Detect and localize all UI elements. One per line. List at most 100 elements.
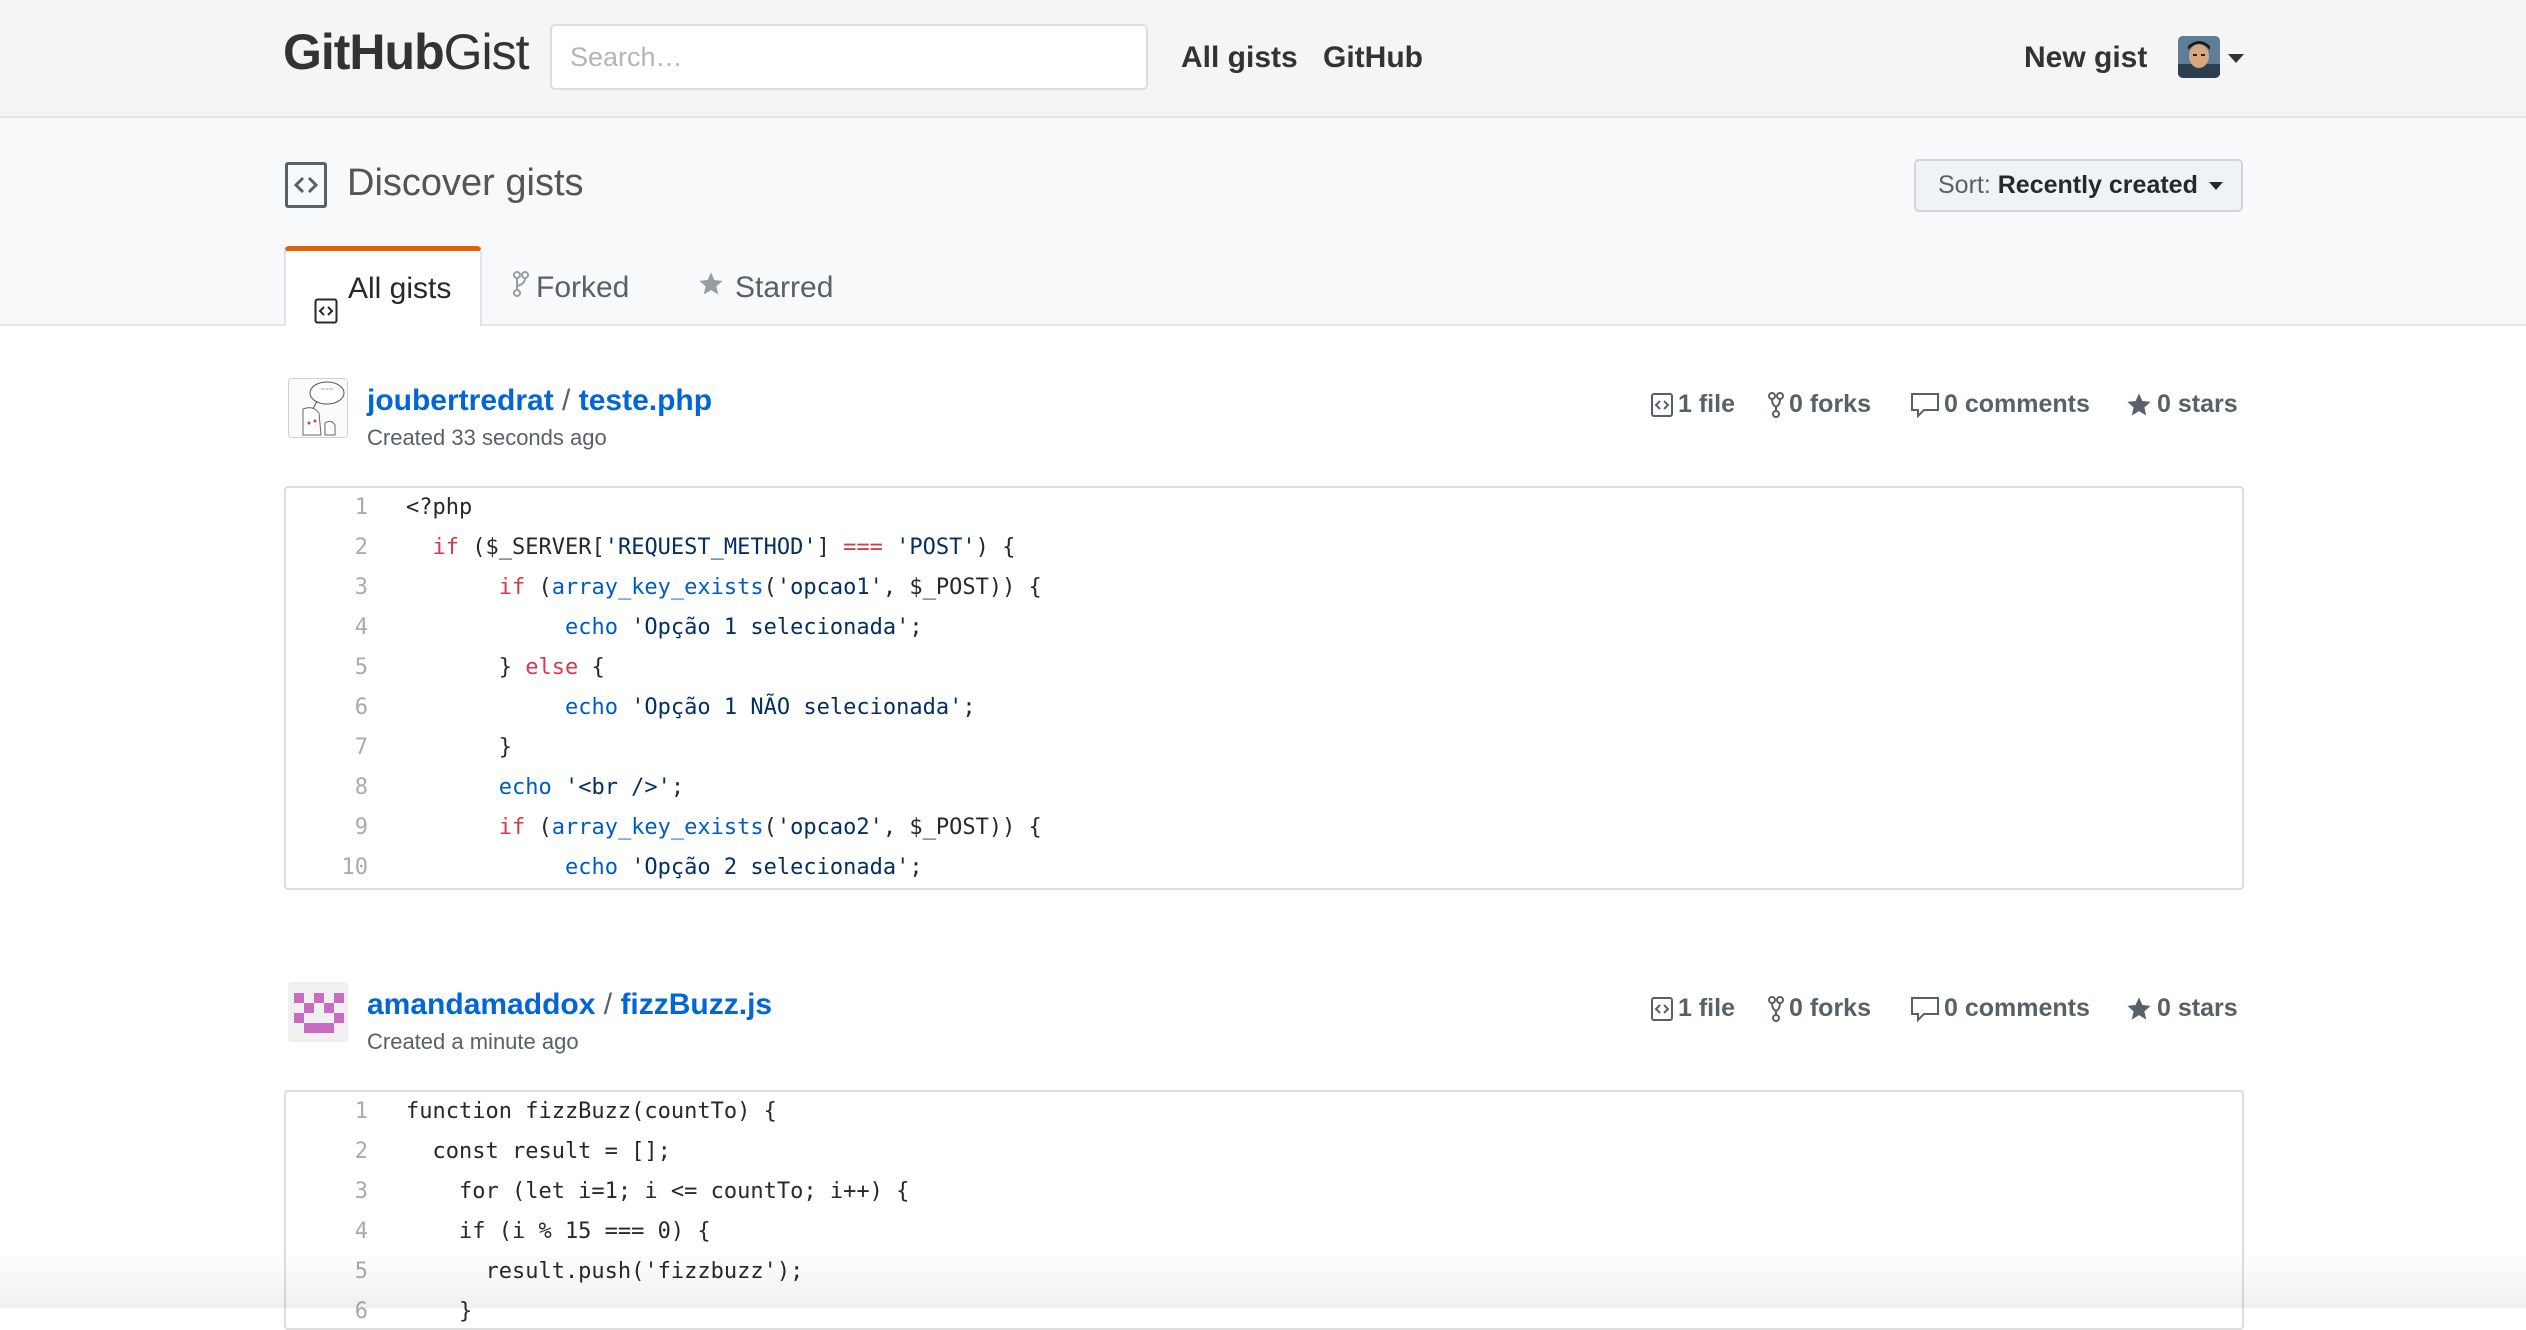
line-number: 6 <box>354 1299 368 1324</box>
svg-text:~~~: ~~~ <box>321 387 334 393</box>
line-code: if (array_key_exists('opcao1', $_POST)) … <box>498 575 1042 600</box>
tab-forked[interactable]: Forked <box>512 246 629 326</box>
tab-starred[interactable]: Starred <box>697 246 833 326</box>
gist-filename-link[interactable]: teste.php <box>579 384 712 417</box>
code-line: 3 if (array_key_exists('opcao1', $_POST)… <box>286 568 2242 608</box>
line-code: <?php <box>406 495 473 520</box>
gist-files-count[interactable]: 1 file <box>1650 387 1735 421</box>
chevron-down-icon <box>2208 182 2223 191</box>
line-code: } <box>406 735 512 760</box>
gist-owner-link[interactable]: joubertredrat <box>367 384 554 417</box>
line-number: 1 <box>354 495 368 520</box>
code-line: 8 echo '<br />'; <box>286 768 2242 808</box>
logo-gist-text: Gist <box>443 24 530 80</box>
gist-title-separator: / <box>562 384 571 417</box>
star-icon <box>2125 994 2157 1022</box>
code-line: 2 if ($_SERVER['REQUEST_METHOD'] === 'PO… <box>286 528 2242 568</box>
code-line: 3 for (let i=1; i <= countTo; i++) { <box>286 1172 2242 1212</box>
line-code: if (i % 15 === 0) { <box>406 1219 711 1244</box>
tab-all-gists[interactable]: All gists <box>284 246 482 326</box>
comment-icon <box>1910 994 1944 1023</box>
gist-forks-label: 0 forks <box>1789 994 1871 1022</box>
gist-comments-count[interactable]: 0 comments <box>1910 387 2090 421</box>
line-number: 2 <box>354 535 368 560</box>
sort-dropdown-button[interactable]: Sort: Recently created <box>1914 159 2243 212</box>
user-menu-caret-icon[interactable] <box>2228 54 2244 63</box>
gist-stars-count[interactable]: 0 stars <box>2125 991 2238 1025</box>
tab-starred-label: Starred <box>735 271 834 304</box>
line-number: 3 <box>354 1179 368 1204</box>
gist-stars-label: 0 stars <box>2157 390 2238 418</box>
gist-created-time: Created a minute ago <box>367 1029 579 1054</box>
gist-comments-label: 0 comments <box>1944 390 2090 418</box>
star-icon <box>697 247 725 331</box>
code-line: 5 result.push('fizzbuzz'); <box>286 1252 2242 1292</box>
comment-icon <box>1910 390 1944 419</box>
code-line: 4 echo 'Opção 1 selecionada'; <box>286 608 2242 648</box>
line-code: echo 'Opção 2 selecionada'; <box>564 855 923 880</box>
gist-avatar-amandamaddox[interactable] <box>288 982 348 1042</box>
line-code: if (array_key_exists('opcao2', $_POST)) … <box>498 815 1042 840</box>
gist-code-preview[interactable]: 1 <?php 2 if ($_SERVER['REQUEST_METHOD'] … <box>284 486 2244 890</box>
gist-filename-link[interactable]: fizzBuzz.js <box>620 988 772 1021</box>
logo-github-text: GitHub <box>283 24 445 80</box>
line-number: 10 <box>341 855 369 880</box>
tab-all-gists-label: All gists <box>348 272 452 305</box>
gist-title: joubertredrat / teste.php <box>367 382 712 420</box>
gist-forks-label: 0 forks <box>1789 390 1871 418</box>
code-square-icon <box>314 277 338 353</box>
code-line: 5 } else { <box>286 648 2242 688</box>
line-number: 1 <box>354 1099 368 1124</box>
line-code: function fizzBuzz(countTo) { <box>406 1099 777 1124</box>
line-code: } <box>406 1299 473 1324</box>
search-input[interactable] <box>550 24 1148 90</box>
page-title: Discover gists <box>347 162 584 204</box>
gist-files-label: 1 file <box>1678 994 1735 1022</box>
site-header: GitHubGist All gists GitHub New gist <box>0 0 2526 118</box>
gist-stars-label: 0 stars <box>2157 994 2238 1022</box>
line-number: 8 <box>354 775 368 800</box>
line-number: 9 <box>354 815 368 840</box>
line-number: 2 <box>354 1139 368 1164</box>
code-line: 4 if (i % 15 === 0) { <box>286 1212 2242 1252</box>
nav-all-gists[interactable]: All gists <box>1181 38 1298 78</box>
github-gist-logo[interactable]: GitHubGist <box>283 22 530 82</box>
fork-icon <box>1767 390 1789 419</box>
line-number: 6 <box>354 695 368 720</box>
new-gist-link[interactable]: New gist <box>2024 38 2147 78</box>
tab-forked-label: Forked <box>536 271 630 304</box>
line-code: if ($_SERVER['REQUEST_METHOD'] === 'POST… <box>432 535 1016 560</box>
line-number: 5 <box>354 1259 368 1284</box>
gist-files-count[interactable]: 1 file <box>1650 991 1735 1025</box>
sort-value: Recently created <box>1997 171 2198 199</box>
gist-forks-count[interactable]: 0 forks <box>1767 387 1871 421</box>
gist-created-time: Created 33 seconds ago <box>367 425 607 450</box>
code-line: 9 if (array_key_exists('opcao2', $_POST)… <box>286 808 2242 848</box>
nav-github[interactable]: GitHub <box>1323 38 1423 78</box>
gist-stars-count[interactable]: 0 stars <box>2125 387 2238 421</box>
gist-title: amandamaddox / fizzBuzz.js <box>367 986 772 1024</box>
gist-forks-count[interactable]: 0 forks <box>1767 991 1871 1025</box>
sort-label: Sort: <box>1938 171 1991 199</box>
code-square-icon <box>285 162 327 208</box>
line-number: 7 <box>354 735 368 760</box>
code-line: 1 <?php <box>286 488 2242 528</box>
gist-files-label: 1 file <box>1678 390 1735 418</box>
gist-code-preview[interactable]: 1 function fizzBuzz(countTo) { 2 const re… <box>284 1090 2244 1330</box>
gist-comments-label: 0 comments <box>1944 994 2090 1022</box>
line-code: echo 'Opção 1 NÃO selecionada'; <box>564 695 976 720</box>
line-code: const result = []; <box>406 1139 671 1164</box>
line-code: echo '<br />'; <box>498 775 685 800</box>
gist-comments-count[interactable]: 0 comments <box>1910 991 2090 1025</box>
user-avatar[interactable] <box>2178 36 2220 78</box>
code-file-icon <box>1650 994 1678 1022</box>
line-number: 3 <box>354 575 368 600</box>
fork-icon <box>512 247 530 331</box>
code-line: 6 } <box>286 1292 2242 1328</box>
gist-owner-link[interactable]: amandamaddox <box>367 988 595 1021</box>
code-line: 6 echo 'Opção 1 NÃO selecionada'; <box>286 688 2242 728</box>
star-icon <box>2125 390 2157 418</box>
gist-avatar-joubertredrat[interactable]: ~~~ <box>288 378 348 438</box>
line-code: result.push('fizzbuzz'); <box>406 1259 804 1284</box>
line-number: 4 <box>354 1219 368 1244</box>
